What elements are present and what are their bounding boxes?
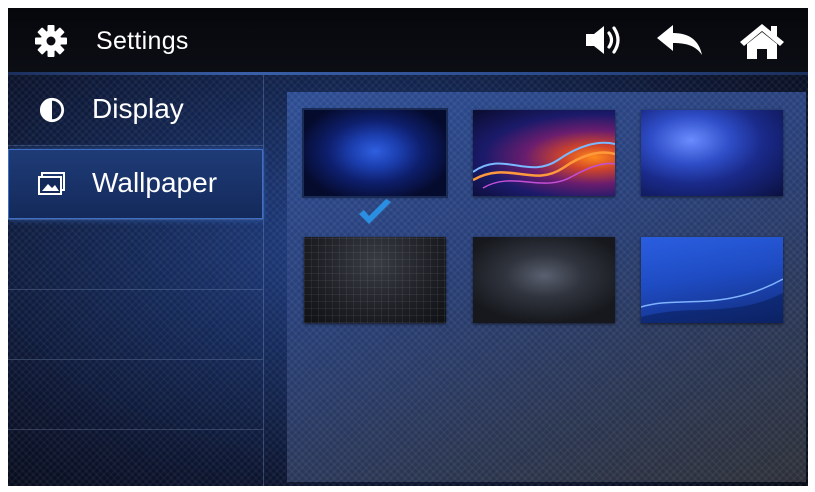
sidebar-item-label: Wallpaper: [92, 167, 218, 198]
contrast-icon: [39, 97, 65, 123]
home-icon: [740, 24, 784, 59]
sidebar: Display Wallpaper: [8, 75, 264, 486]
checkmark-icon: [359, 199, 391, 224]
sidebar-item-display[interactable]: Display: [8, 75, 263, 146]
settings-screen: Settings Display Wallpaper: [8, 8, 808, 486]
page-title: Settings: [96, 27, 189, 55]
wallpaper-thumbnail-5[interactable]: [473, 237, 615, 323]
top-bar: Settings: [8, 8, 808, 72]
back-icon: [657, 25, 702, 55]
wallpaper-swirl: [473, 141, 615, 189]
sidebar-item-label: Display: [92, 93, 184, 124]
home-button[interactable]: [738, 22, 786, 60]
back-button[interactable]: [655, 22, 705, 58]
volume-icon: [586, 26, 620, 54]
sidebar-item-empty: [8, 359, 263, 430]
picture-icon: [38, 172, 65, 195]
wallpaper-thumbnail-4[interactable]: [304, 237, 446, 323]
sidebar-item-wallpaper[interactable]: Wallpaper: [8, 149, 263, 220]
wallpaper-wave: [641, 278, 783, 323]
gear-icon: [35, 25, 67, 57]
wallpaper-thumbnail-3[interactable]: [641, 110, 783, 196]
volume-button[interactable]: [583, 22, 623, 58]
sidebar-item-empty: [8, 289, 263, 360]
wallpaper-thumbnail-6[interactable]: [641, 237, 783, 323]
wallpaper-thumbnail-2[interactable]: [473, 110, 615, 196]
wallpaper-thumbnail-1[interactable]: [302, 108, 448, 198]
sidebar-item-empty: [8, 219, 263, 290]
